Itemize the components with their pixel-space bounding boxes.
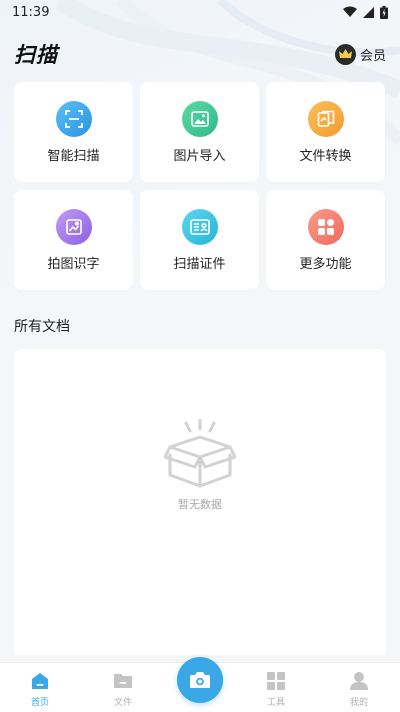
tab-label: 工具 (266, 698, 285, 708)
tool-label: 扫描证件 (173, 256, 226, 272)
app-header: 扫描 会员 (0, 36, 400, 72)
crown-icon (334, 43, 356, 65)
battery-icon (380, 5, 388, 19)
vip-label: 会员 (359, 48, 386, 64)
tools-grid: 智能扫描 图片导入 文件转换 拍图识字 扫描证件 更多功能 (14, 82, 386, 290)
status-bar: 11:39 (0, 0, 400, 24)
camera-icon (190, 672, 210, 688)
tab-label: 首页 (30, 698, 49, 708)
tool-photo-ocr[interactable]: 拍图识字 (14, 190, 133, 290)
tool-id-scan[interactable]: 扫描证件 (140, 190, 259, 290)
documents-panel: 暂无数据 (14, 349, 386, 655)
page-title: 扫描 (14, 43, 58, 67)
tool-smart-scan[interactable]: 智能扫描 (14, 82, 133, 182)
photo-ocr-icon (55, 208, 92, 245)
tab-label: 文件 (113, 698, 132, 708)
tool-label: 智能扫描 (47, 148, 100, 164)
file-convert-icon (307, 100, 344, 137)
tool-label: 拍图识字 (47, 256, 100, 272)
profile-icon (350, 672, 368, 690)
wifi-icon (343, 6, 357, 17)
status-icons (343, 5, 388, 19)
image-import-icon (181, 100, 218, 137)
empty-state-text: 暂无数据 (178, 498, 222, 511)
tab-tools[interactable]: 工具 (251, 671, 301, 708)
tool-image-import[interactable]: 图片导入 (140, 82, 259, 182)
section-title: 所有文档 (14, 319, 70, 335)
tools-grid-icon (267, 672, 285, 690)
more-functions-icon (307, 208, 344, 245)
vip-button[interactable]: 会员 (334, 43, 386, 65)
camera-button[interactable] (177, 657, 223, 703)
tab-label: 我的 (349, 698, 368, 708)
id-scan-icon (181, 208, 218, 245)
tab-files[interactable]: 文件 (98, 671, 148, 708)
tool-label: 更多功能 (299, 256, 352, 272)
tool-label: 图片导入 (173, 148, 226, 164)
home-icon (32, 673, 48, 689)
tool-more-functions[interactable]: 更多功能 (266, 190, 385, 290)
signal-icon (363, 6, 374, 18)
status-time: 11:39 (12, 4, 50, 20)
empty-box-icon (164, 419, 236, 488)
tab-profile[interactable]: 我的 (334, 671, 384, 708)
tool-label: 文件转换 (299, 148, 352, 164)
smart-scan-icon (55, 100, 92, 137)
tab-home[interactable]: 首页 (15, 671, 65, 708)
tool-file-convert[interactable]: 文件转换 (266, 82, 385, 182)
folder-icon (114, 674, 132, 688)
